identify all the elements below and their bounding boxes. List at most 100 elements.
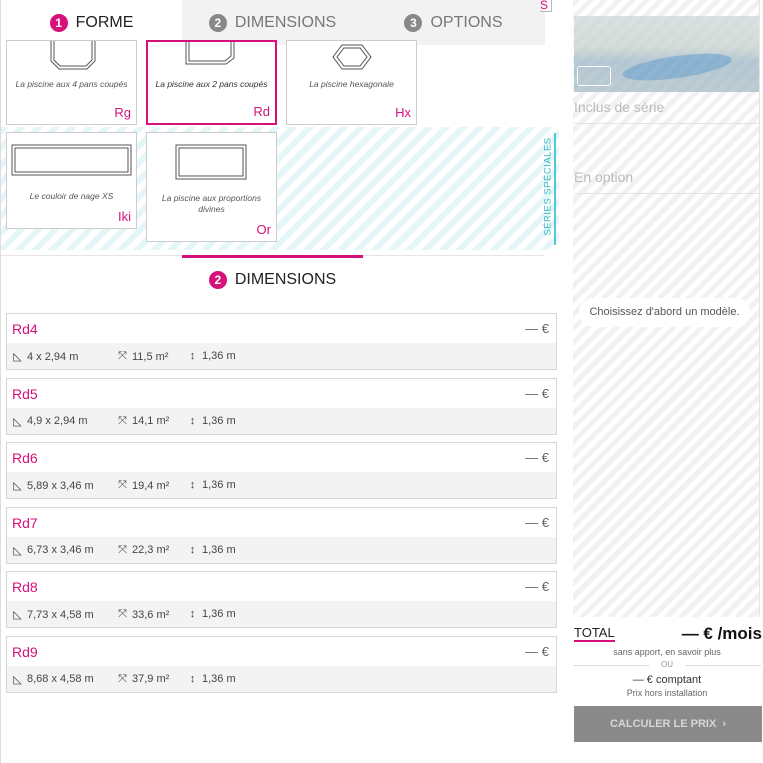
model-area: 22,3 m² <box>132 544 170 557</box>
model-price: — € <box>525 514 549 530</box>
ruler-icon: ◺ <box>13 544 22 557</box>
model-name: Rd8 <box>12 579 38 596</box>
depth-icon: ↕ <box>189 414 196 427</box>
depth-icon: ↕ <box>189 672 196 685</box>
hexagon-icon <box>332 44 372 70</box>
shape-code: Or <box>256 222 271 237</box>
model-depth: 1,36 m <box>202 479 236 492</box>
model-depth: 1,36 m <box>202 414 236 427</box>
included-label: Inclus de série <box>574 99 759 124</box>
step-number: 1 <box>49 13 68 32</box>
model-size: 7,73 x 4,58 m <box>27 608 94 621</box>
model-name: Rd5 <box>12 385 38 402</box>
special-series-section: Le couloir de nage XS Iki La piscine aux… <box>1 127 559 250</box>
shape-card-rd[interactable]: La piscine aux 2 pans coupés Rd <box>146 40 277 125</box>
step-number: 3 <box>404 13 423 32</box>
financing-note[interactable]: sans apport, en savoir plus <box>573 647 761 657</box>
model-size: 4,9 x 2,94 m <box>27 415 88 428</box>
pool-4-cut-icon <box>50 41 96 70</box>
install-note: Prix hors installation <box>626 688 708 698</box>
configurator-panel: 1 FORME 2 DIMENSIONS 3 OPTIONS S La pisc… <box>0 0 560 763</box>
model-name: Rd7 <box>12 514 38 531</box>
cash-price: — € comptant <box>632 674 702 686</box>
area-icon: ⤧ <box>118 414 127 427</box>
model-size: 8,68 x 4,58 m <box>27 673 94 686</box>
model-depth: 1,36 m <box>202 608 236 621</box>
shape-label: Le couloir de nage XS <box>29 191 114 201</box>
shape-label: La piscine aux 4 pans coupés <box>15 79 128 89</box>
depth-icon: ↕ <box>189 543 196 556</box>
area-icon: ⤧ <box>118 350 127 362</box>
or-divider: OU <box>573 660 761 670</box>
tab-overflow-fragment: S <box>540 0 552 12</box>
model-row-rd6[interactable]: Rd6 — € ◺ 5,89 x 3,46 m ⤧ 19,4 m² ↕ 1,36 m <box>6 442 557 500</box>
model-price: — € <box>525 579 549 595</box>
section-title: DIMENSIONS <box>234 271 337 288</box>
model-depth: 1,36 m <box>202 672 236 685</box>
area-icon: ⤧ <box>118 608 127 621</box>
model-row-rd9[interactable]: Rd9 — € ◺ 8,68 x 4,58 m ⤧ 37,9 m² ↕ 1,36 m <box>6 635 557 693</box>
ruler-icon: ◺ <box>13 609 22 622</box>
tab-options[interactable]: 3 OPTIONS <box>363 0 544 45</box>
shape-code: Iki <box>118 209 131 224</box>
pool-2-cut-icon <box>185 42 235 65</box>
golden-ratio-pool-icon <box>175 144 247 180</box>
step-number: 2 <box>208 13 227 32</box>
area-icon: ⤧ <box>118 543 127 556</box>
model-size: 5,89 x 3,46 m <box>27 479 94 492</box>
model-name: Rd9 <box>12 643 38 660</box>
model-price: — € <box>525 385 549 401</box>
ruler-icon: ◺ <box>13 673 22 686</box>
model-row-rd8[interactable]: Rd8 — € ◺ 7,73 x 4,58 m ⤧ 33,6 m² ↕ 1,36 m <box>6 571 557 629</box>
model-name: Rd6 <box>12 450 38 467</box>
tab-forme[interactable]: 1 FORME <box>1 0 182 45</box>
step-number: 2 <box>208 271 227 289</box>
button-label: CALCULER LE PRIX <box>609 718 717 730</box>
depth-icon: ↕ <box>189 350 196 362</box>
shape-card-rg[interactable]: La piscine aux 4 pans coupés Rg <box>6 40 137 125</box>
special-series-label: SÉRIES SPÉCIALES <box>540 133 556 245</box>
choose-model-message: Choisissez d'abord un modèle. <box>579 298 750 327</box>
model-row-rd5[interactable]: Rd5 — € ◺ 4,9 x 2,94 m ⤧ 14,1 m² ↕ 1,36 m <box>6 377 557 435</box>
summary-sidebar: Inclus de série En option Choisissez d'a… <box>573 0 763 763</box>
model-row-rd4[interactable]: Rd4 — € ◺ 4 x 2,94 m ⤧ 11,5 m² ↕ 1,36 m <box>6 313 557 370</box>
model-size: 4 x 2,94 m <box>27 350 79 363</box>
pool-water <box>621 48 733 86</box>
model-area: 37,9 m² <box>132 673 170 686</box>
or-text: OU <box>661 660 673 669</box>
pool-photo <box>574 16 759 92</box>
model-size: 6,73 x 3,46 m <box>27 544 94 557</box>
model-price: — € <box>525 321 549 336</box>
ruler-icon: ◺ <box>13 415 22 428</box>
photo-frame-icon <box>577 66 611 86</box>
model-row-rd7[interactable]: Rd7 — € ◺ 6,73 x 3,46 m ⤧ 22,3 m² ↕ 1,36 m <box>6 506 557 564</box>
tab-label: DIMENSIONS <box>234 13 337 31</box>
shape-label: La piscine hexagonale <box>309 79 394 89</box>
shape-selection: La piscine aux 4 pans coupés Rg La pisci… <box>1 40 561 250</box>
ruler-icon: ◺ <box>13 351 22 363</box>
depth-icon: ↕ <box>189 479 196 492</box>
total-row: TOTAL — € /mois <box>574 624 762 644</box>
model-depth: 1,36 m <box>202 350 236 362</box>
model-price: — € <box>525 450 549 466</box>
special-series-text: SÉRIES SPÉCIALES <box>542 137 554 236</box>
depth-icon: ↕ <box>189 608 196 621</box>
model-area: 14,1 m² <box>132 415 170 428</box>
shape-code: Hx <box>395 105 411 120</box>
shape-card-iki[interactable]: Le couloir de nage XS Iki <box>6 132 137 229</box>
total-value: — € /mois <box>681 624 762 643</box>
shape-card-hx[interactable]: La piscine hexagonale Hx <box>286 40 417 125</box>
shape-label: La piscine aux proportions divines <box>161 193 262 214</box>
model-area: 33,6 m² <box>132 608 170 621</box>
model-area: 19,4 m² <box>132 479 170 492</box>
ruler-icon: ◺ <box>13 480 22 493</box>
shape-label: La piscine aux 2 pans coupés <box>155 79 268 89</box>
calculate-price-button[interactable]: CALCULER LE PRIX › <box>574 706 762 742</box>
model-list: Rd4 — € ◺ 4 x 2,94 m ⤧ 11,5 m² ↕ 1,36 m Rd5… <box>6 313 557 701</box>
dimensions-section-header: 2 DIMENSIONS <box>1 255 544 303</box>
total-label: TOTAL <box>574 625 615 642</box>
shape-card-or[interactable]: La piscine aux proportions divines Or <box>146 132 277 242</box>
option-label: En option <box>574 169 759 194</box>
tab-dimensions[interactable]: 2 DIMENSIONS <box>182 0 363 45</box>
model-name: Rd4 <box>12 321 38 337</box>
